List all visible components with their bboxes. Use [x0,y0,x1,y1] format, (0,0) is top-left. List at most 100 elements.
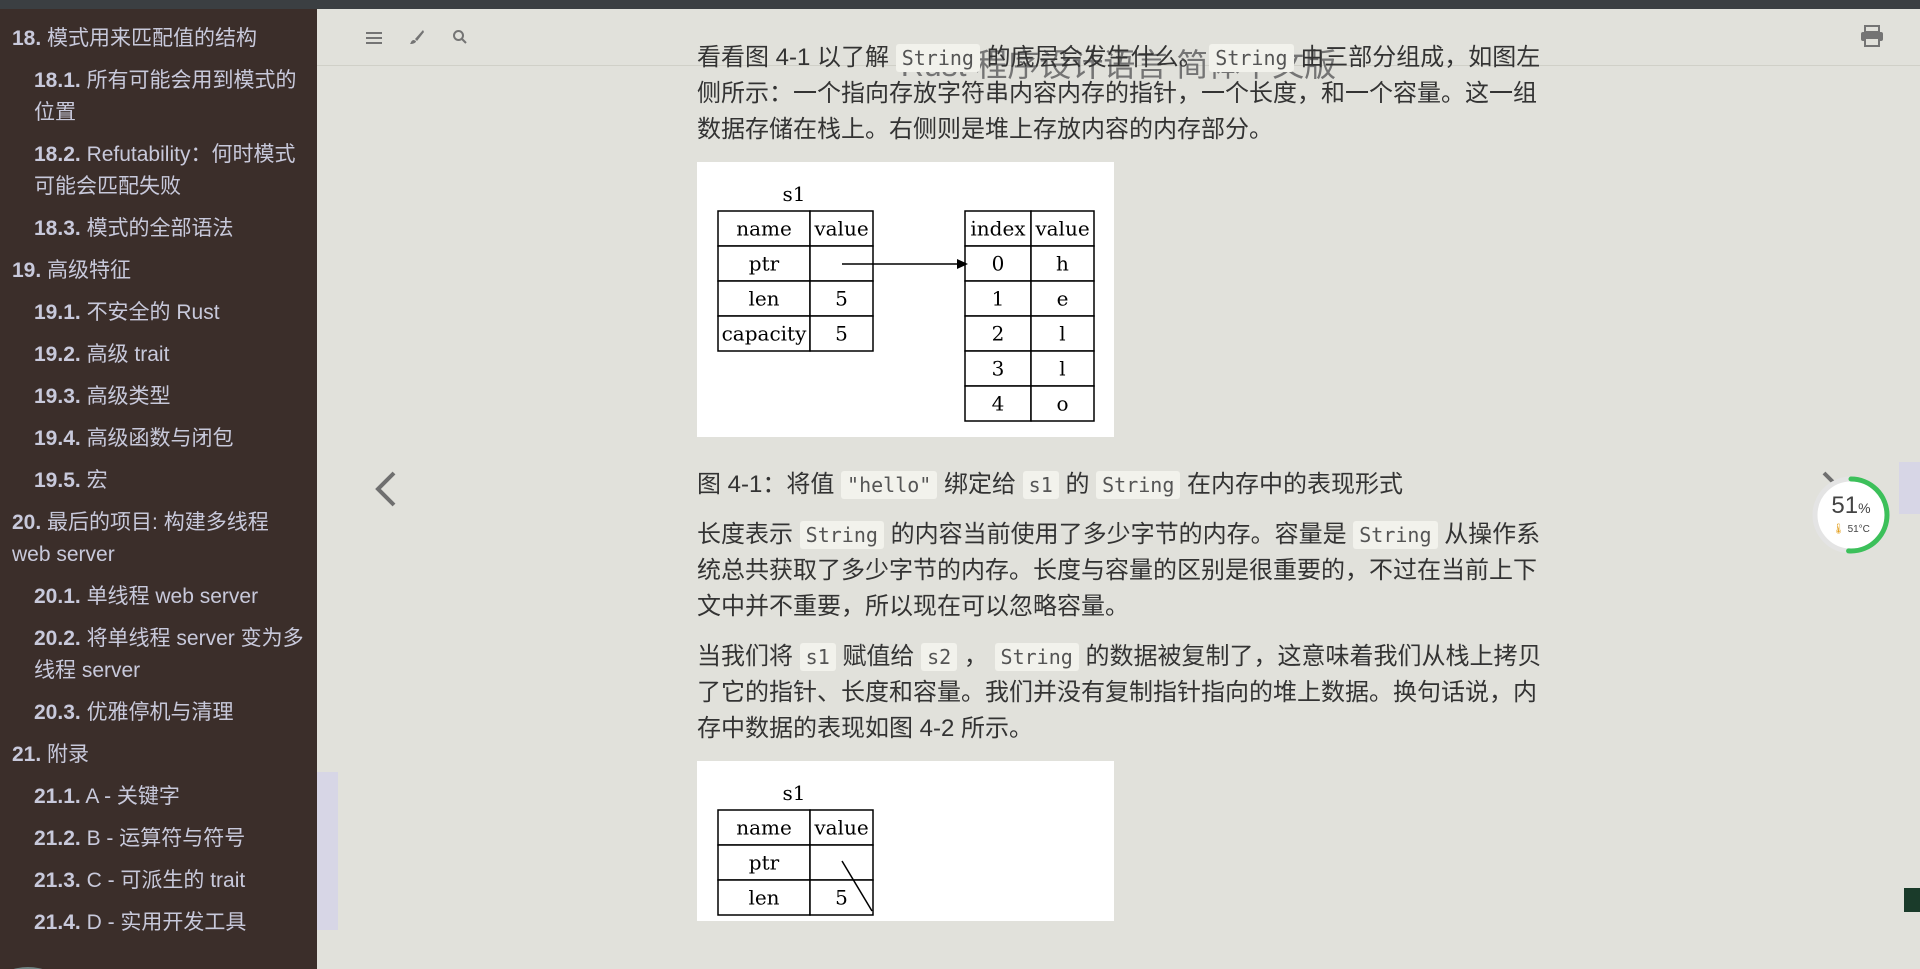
sidebar-item-number: 20.3. [34,701,81,724]
table-cell-text: 1 [992,287,1005,311]
sidebar-item[interactable]: 20.2. 将单线程 server 变为多线程 server [0,619,317,693]
sidebar-item[interactable]: 18.3. 模式的全部语法 [0,209,317,251]
inline-code: String [1353,521,1438,549]
sidebar-item-number: 21.2. [34,827,81,850]
sidebar-item-label[interactable]: 高级函数与闭包 [87,427,234,450]
inline-code: s2 [921,643,958,671]
text: 长度表示 [697,521,793,548]
inline-code: String [895,44,980,72]
inline-code: String [1209,44,1294,72]
sidebar-item[interactable]: 20.1. 单线程 web server [0,577,317,619]
chevron-left-icon[interactable] [374,466,398,521]
sidebar-item-label[interactable]: 模式的全部语法 [87,217,234,240]
table-header-text: value [1034,217,1089,241]
sidebar-item[interactable]: 19.4. 高级函数与闭包 [0,419,317,461]
sidebar-item-number: 20. [12,511,42,534]
printer-icon[interactable] [1860,25,1884,52]
sidebar-item[interactable]: 19.1. 不安全的 Rust [0,293,317,335]
paragraph-string-structure: 看看图 4-1 以了解 String 的底层会发生什么。 String 由三部分… [697,40,1542,148]
sidebar-item-label[interactable]: 高级类型 [87,385,171,408]
figure-4-2: s1 name value ptr len 5 [697,761,1114,921]
temperature-readout: 🌡 51°C [1810,524,1892,535]
table-cell-text: len [748,287,779,311]
stack-table: name value ptr len 5 [717,809,874,916]
table-cell-text: 5 [835,287,848,311]
table-cell-text: l [1059,357,1065,381]
inline-code: String [799,521,884,549]
table-header-text: value [813,217,868,241]
sidebar-item-label[interactable]: 附录 [47,743,89,766]
sidebar-item-number: 18. [12,27,42,50]
sidebar-item-number: 19.4. [34,427,81,450]
sidebar-item-number: 19.3. [34,385,81,408]
sidebar-item-label[interactable]: 宏 [87,469,108,492]
sidebar-item[interactable]: 21.2. B - 运算符与符号 [0,819,317,861]
system-monitor-widget[interactable]: 51% 🌡 51°C [1810,474,1892,556]
sidebar-item-number: 19. [12,259,42,282]
table-cell-text: l [1059,322,1065,346]
paragraph-copy: 当我们将 s1 赋值给 s2 ， String 的数据被复制了，这意味着我们从栈… [697,639,1542,747]
sidebar-item[interactable]: 19.3. 高级类型 [0,377,317,419]
sidebar-item-label[interactable]: 模式用来匹配值的结构 [47,27,257,50]
sidebar-item-number: 20.2. [34,627,81,650]
table-cell-text: 5 [835,322,848,346]
table-cell-text: capacity [722,322,807,346]
sidebar-item-number: 19.2. [34,343,81,366]
sidebar-item[interactable]: 18.2. Refutability：何时模式可能会匹配失败 [0,135,317,209]
sidebar-item-number: 19.1. [34,301,81,324]
text: ， [963,643,988,670]
sidebar-item[interactable]: 18. 模式用来匹配值的结构 [0,19,317,61]
stack-table: name value ptr len 5 capacity 5 [717,210,874,352]
table-header-text: value [813,816,868,840]
var-label: s1 [783,781,806,805]
sidebar-item[interactable]: 19.2. 高级 trait [0,335,317,377]
inline-code: s1 [1022,471,1059,499]
text: 在内存中的表现形式 [1187,471,1404,498]
sidebar-item-label[interactable]: D - 实用开发工具 [87,911,247,934]
sidebar-item-number: 21. [12,743,42,766]
sidebar-item-label[interactable]: B - 运算符与符号 [87,827,246,850]
heap-table: index value 0 h 1 e 2 l 3 l 4 o [964,210,1095,422]
sidebar-item-label[interactable]: C - 可派生的 trait [87,869,246,892]
table-cell-text: ptr [749,851,780,875]
table-cell-text: 5 [835,886,848,910]
table-cell-text: 2 [992,322,1005,346]
text: 的底层会发生什么。 [986,44,1203,71]
sidebar-item-label[interactable]: 优雅停机与清理 [87,701,234,724]
sidebar-item[interactable]: 21.4. D - 实用开发工具 [0,903,317,945]
text: 图 4-1：将值 [697,471,835,498]
text: 当我们将 [697,643,793,670]
text: 看看图 4-1 以了解 [697,44,890,71]
memory-diagram: s1 name value ptr len 5 capacity 5 index value 0… [717,182,1095,422]
memory-diagram-2: s1 name value ptr len 5 [717,781,874,916]
scrollbar-thumb[interactable] [1899,462,1920,514]
text: 的 [1065,471,1090,498]
table-cell-text: 3 [992,357,1005,381]
sidebar-item-label[interactable]: 不安全的 Rust [87,301,220,324]
sidebar-item[interactable]: 19. 高级特征 [0,251,317,293]
sidebar-item[interactable]: 19.5. 宏 [0,461,317,503]
sidebar-item-number: 18.3. [34,217,81,240]
figure-caption: 图 4-1：将值 "hello" 绑定给 s1 的 String 在内存中的表现… [697,467,1542,503]
thermometer-icon: 🌡 [1832,524,1845,535]
table-header-text: index [970,217,1026,241]
sidebar-item-label[interactable]: 最后的项目: 构建多线程 web server [12,511,269,566]
inline-code: s1 [799,643,836,671]
sidebar-item[interactable]: 21.3. C - 可派生的 trait [0,861,317,903]
sidebar-resize-handle[interactable] [317,772,338,930]
sidebar-item[interactable]: 18.1. 所有可能会用到模式的位置 [0,61,317,135]
sidebar-item[interactable]: 20.3. 优雅停机与清理 [0,693,317,735]
sidebar-item-label[interactable]: A - 关键字 [85,785,180,808]
var-label: s1 [783,182,806,206]
sidebar-item[interactable]: 21.1. A - 关键字 [0,777,317,819]
sidebar-item-number: 18.1. [34,69,81,92]
sidebar-item-label[interactable]: 单线程 web server [87,585,259,608]
sidebar-item-label[interactable]: 高级特征 [47,259,131,282]
window-top-strip [0,0,1920,9]
sidebar-item[interactable]: 21. 附录 [0,735,317,777]
table-header-text: name [736,217,792,241]
sidebar-item-label[interactable]: 高级 trait [87,343,170,366]
download-indicator[interactable] [1904,888,1920,912]
sidebar-item-number: 21.4. [34,911,81,934]
sidebar-item[interactable]: 20. 最后的项目: 构建多线程 web server [0,503,317,577]
